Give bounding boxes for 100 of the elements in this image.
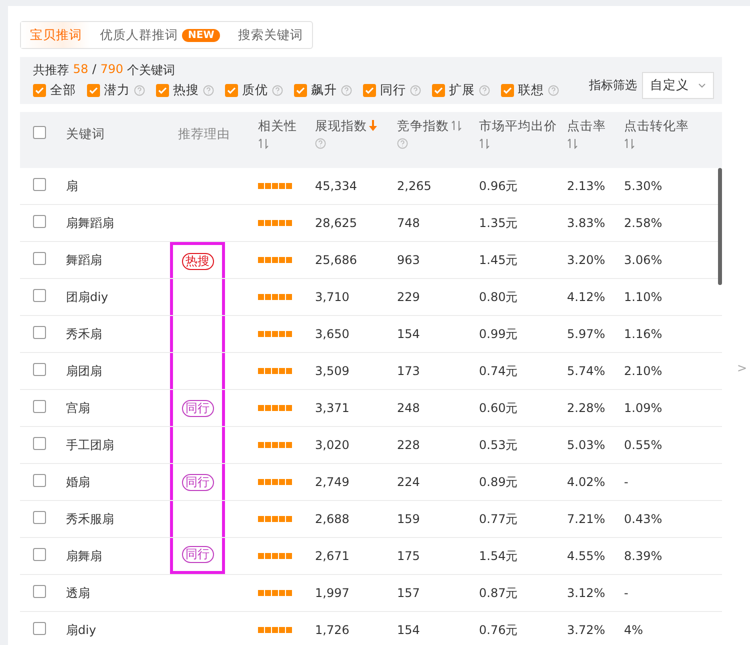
checkbox[interactable]	[33, 548, 46, 561]
filter-label[interactable]: 联想	[518, 82, 544, 99]
checkbox[interactable]	[33, 84, 46, 97]
metric-dropdown[interactable]: 自定义	[642, 72, 714, 99]
reason-tag: 同行	[182, 400, 214, 416]
reason-tag: 同行	[182, 474, 214, 490]
reason-tag: 同行	[182, 546, 214, 563]
table-cell-text: 248	[397, 401, 421, 415]
checkbox[interactable]	[87, 84, 100, 97]
filter-label[interactable]: 飙升	[311, 82, 337, 99]
help-icon[interactable]	[203, 85, 214, 96]
help-icon[interactable]	[272, 85, 283, 96]
table-cell-text: 0.99元	[479, 326, 519, 342]
tab[interactable]: 优质人群推词 NEW	[91, 22, 230, 48]
sort-icon[interactable]	[624, 138, 635, 150]
column-header[interactable]: 相关性	[258, 118, 297, 134]
checkbox[interactable]	[33, 126, 46, 140]
sort-icon[interactable]	[258, 138, 269, 150]
keyword-cell-text: 扇舞扇	[66, 548, 103, 564]
help-icon[interactable]	[341, 85, 352, 96]
table-cell-text: 159	[397, 512, 421, 526]
sort-down-arrow-icon[interactable]	[369, 120, 377, 132]
checkbox[interactable]	[33, 178, 46, 191]
table-cell-text: 2.10%	[624, 364, 664, 378]
table-cell-text: 1.16%	[624, 327, 664, 341]
checkbox[interactable]	[33, 252, 46, 265]
checkbox[interactable]	[363, 84, 376, 97]
table-cell-text: 3.06%	[624, 253, 664, 267]
checkbox[interactable]	[33, 622, 46, 635]
table-cell-text: 2.13%	[567, 179, 606, 193]
table-cell-text: 1.09%	[624, 401, 664, 415]
keyword-cell-text: 手工团扇	[66, 436, 115, 454]
table-cell-text: -	[624, 475, 630, 489]
keyword-cell-text: 透扇	[66, 584, 91, 602]
keyword-cell-text: 舞蹈扇	[66, 252, 103, 268]
table-cell-text: 45,334	[315, 179, 358, 193]
table-cell-text: 1,726	[315, 623, 350, 637]
filter-label[interactable]: 扩展	[449, 82, 475, 99]
table-cell-text: 0.77元	[479, 510, 519, 528]
table-cell-text: 1.35元	[479, 214, 519, 232]
checkbox[interactable]	[33, 215, 46, 228]
keyword-cell-text: 扇diy	[66, 622, 98, 638]
checkbox[interactable]	[33, 289, 46, 302]
table-cell-text: 3.72%	[567, 623, 606, 637]
filter-label[interactable]: 热搜	[173, 82, 199, 99]
sort-icon[interactable]	[479, 138, 490, 150]
tab[interactable]: 搜索关键词	[229, 22, 312, 48]
checkbox[interactable]	[33, 511, 46, 524]
checkbox[interactable]	[294, 84, 307, 97]
checkbox[interactable]	[33, 363, 46, 376]
table-cell-text: 2.58%	[624, 216, 664, 230]
help-icon[interactable]	[134, 85, 145, 96]
table-cell-text: 4.55%	[567, 549, 606, 563]
table-cell-text: 224	[397, 475, 421, 489]
sort-icon[interactable]	[451, 120, 462, 132]
table-cell-text: 3.12%	[567, 586, 606, 600]
table-cell-text: 154	[397, 623, 421, 637]
checkbox[interactable]	[33, 400, 46, 413]
column-header[interactable]: 竞争指数	[397, 118, 449, 134]
checkbox[interactable]	[33, 437, 46, 450]
table-cell-text: 4.02%	[567, 475, 606, 489]
column-header[interactable]: 点击率	[567, 118, 606, 134]
checkbox[interactable]	[156, 84, 169, 97]
table-cell-text: 175	[397, 549, 421, 563]
checkbox[interactable]	[501, 84, 514, 97]
table-cell-text: 0.74元	[479, 362, 519, 380]
column-header[interactable]: 市场平均出价	[479, 118, 557, 134]
column-header[interactable]: 点击转化率	[624, 118, 689, 134]
table-cell-text: 154	[397, 327, 421, 341]
filter-label[interactable]: 同行	[380, 82, 406, 99]
table-cell-text: 4.12%	[567, 290, 606, 304]
scrollbar[interactable]	[718, 168, 722, 285]
keyword-cell-text: 婚扇	[66, 474, 91, 490]
table-cell-text: 748	[397, 216, 421, 230]
help-icon[interactable]	[479, 85, 490, 96]
filter-label[interactable]: 全部	[50, 82, 76, 99]
checkbox[interactable]	[33, 585, 46, 598]
checkbox[interactable]	[225, 84, 238, 97]
help-icon[interactable]	[397, 138, 408, 150]
checkbox[interactable]	[33, 474, 46, 487]
table-cell-text: 0.53元	[479, 436, 519, 454]
table-cell-text: 3,650	[315, 327, 350, 341]
new-badge: NEW	[182, 28, 220, 42]
table-cell-text: 0.60元	[479, 400, 519, 416]
help-icon[interactable]	[315, 138, 326, 150]
table-cell-text: 0.76元	[479, 622, 519, 638]
filter-label[interactable]: 质优	[242, 82, 268, 99]
keyword-cell-text: 扇舞蹈扇	[66, 214, 115, 232]
table-cell-text: 0.43%	[624, 512, 664, 526]
help-icon[interactable]	[410, 85, 421, 96]
checkbox[interactable]	[33, 326, 46, 339]
column-header[interactable]: 展现指数	[315, 118, 367, 134]
recommended-count: 58	[73, 62, 88, 78]
filter-label[interactable]: 潜力	[104, 82, 130, 99]
table-cell-text: 5.97%	[567, 327, 606, 341]
help-icon[interactable]	[548, 85, 559, 96]
table-cell-text: 7.21%	[567, 512, 606, 526]
table-cell-text: 1.10%	[624, 290, 664, 304]
sort-icon[interactable]	[567, 138, 578, 150]
checkbox[interactable]	[432, 84, 445, 97]
